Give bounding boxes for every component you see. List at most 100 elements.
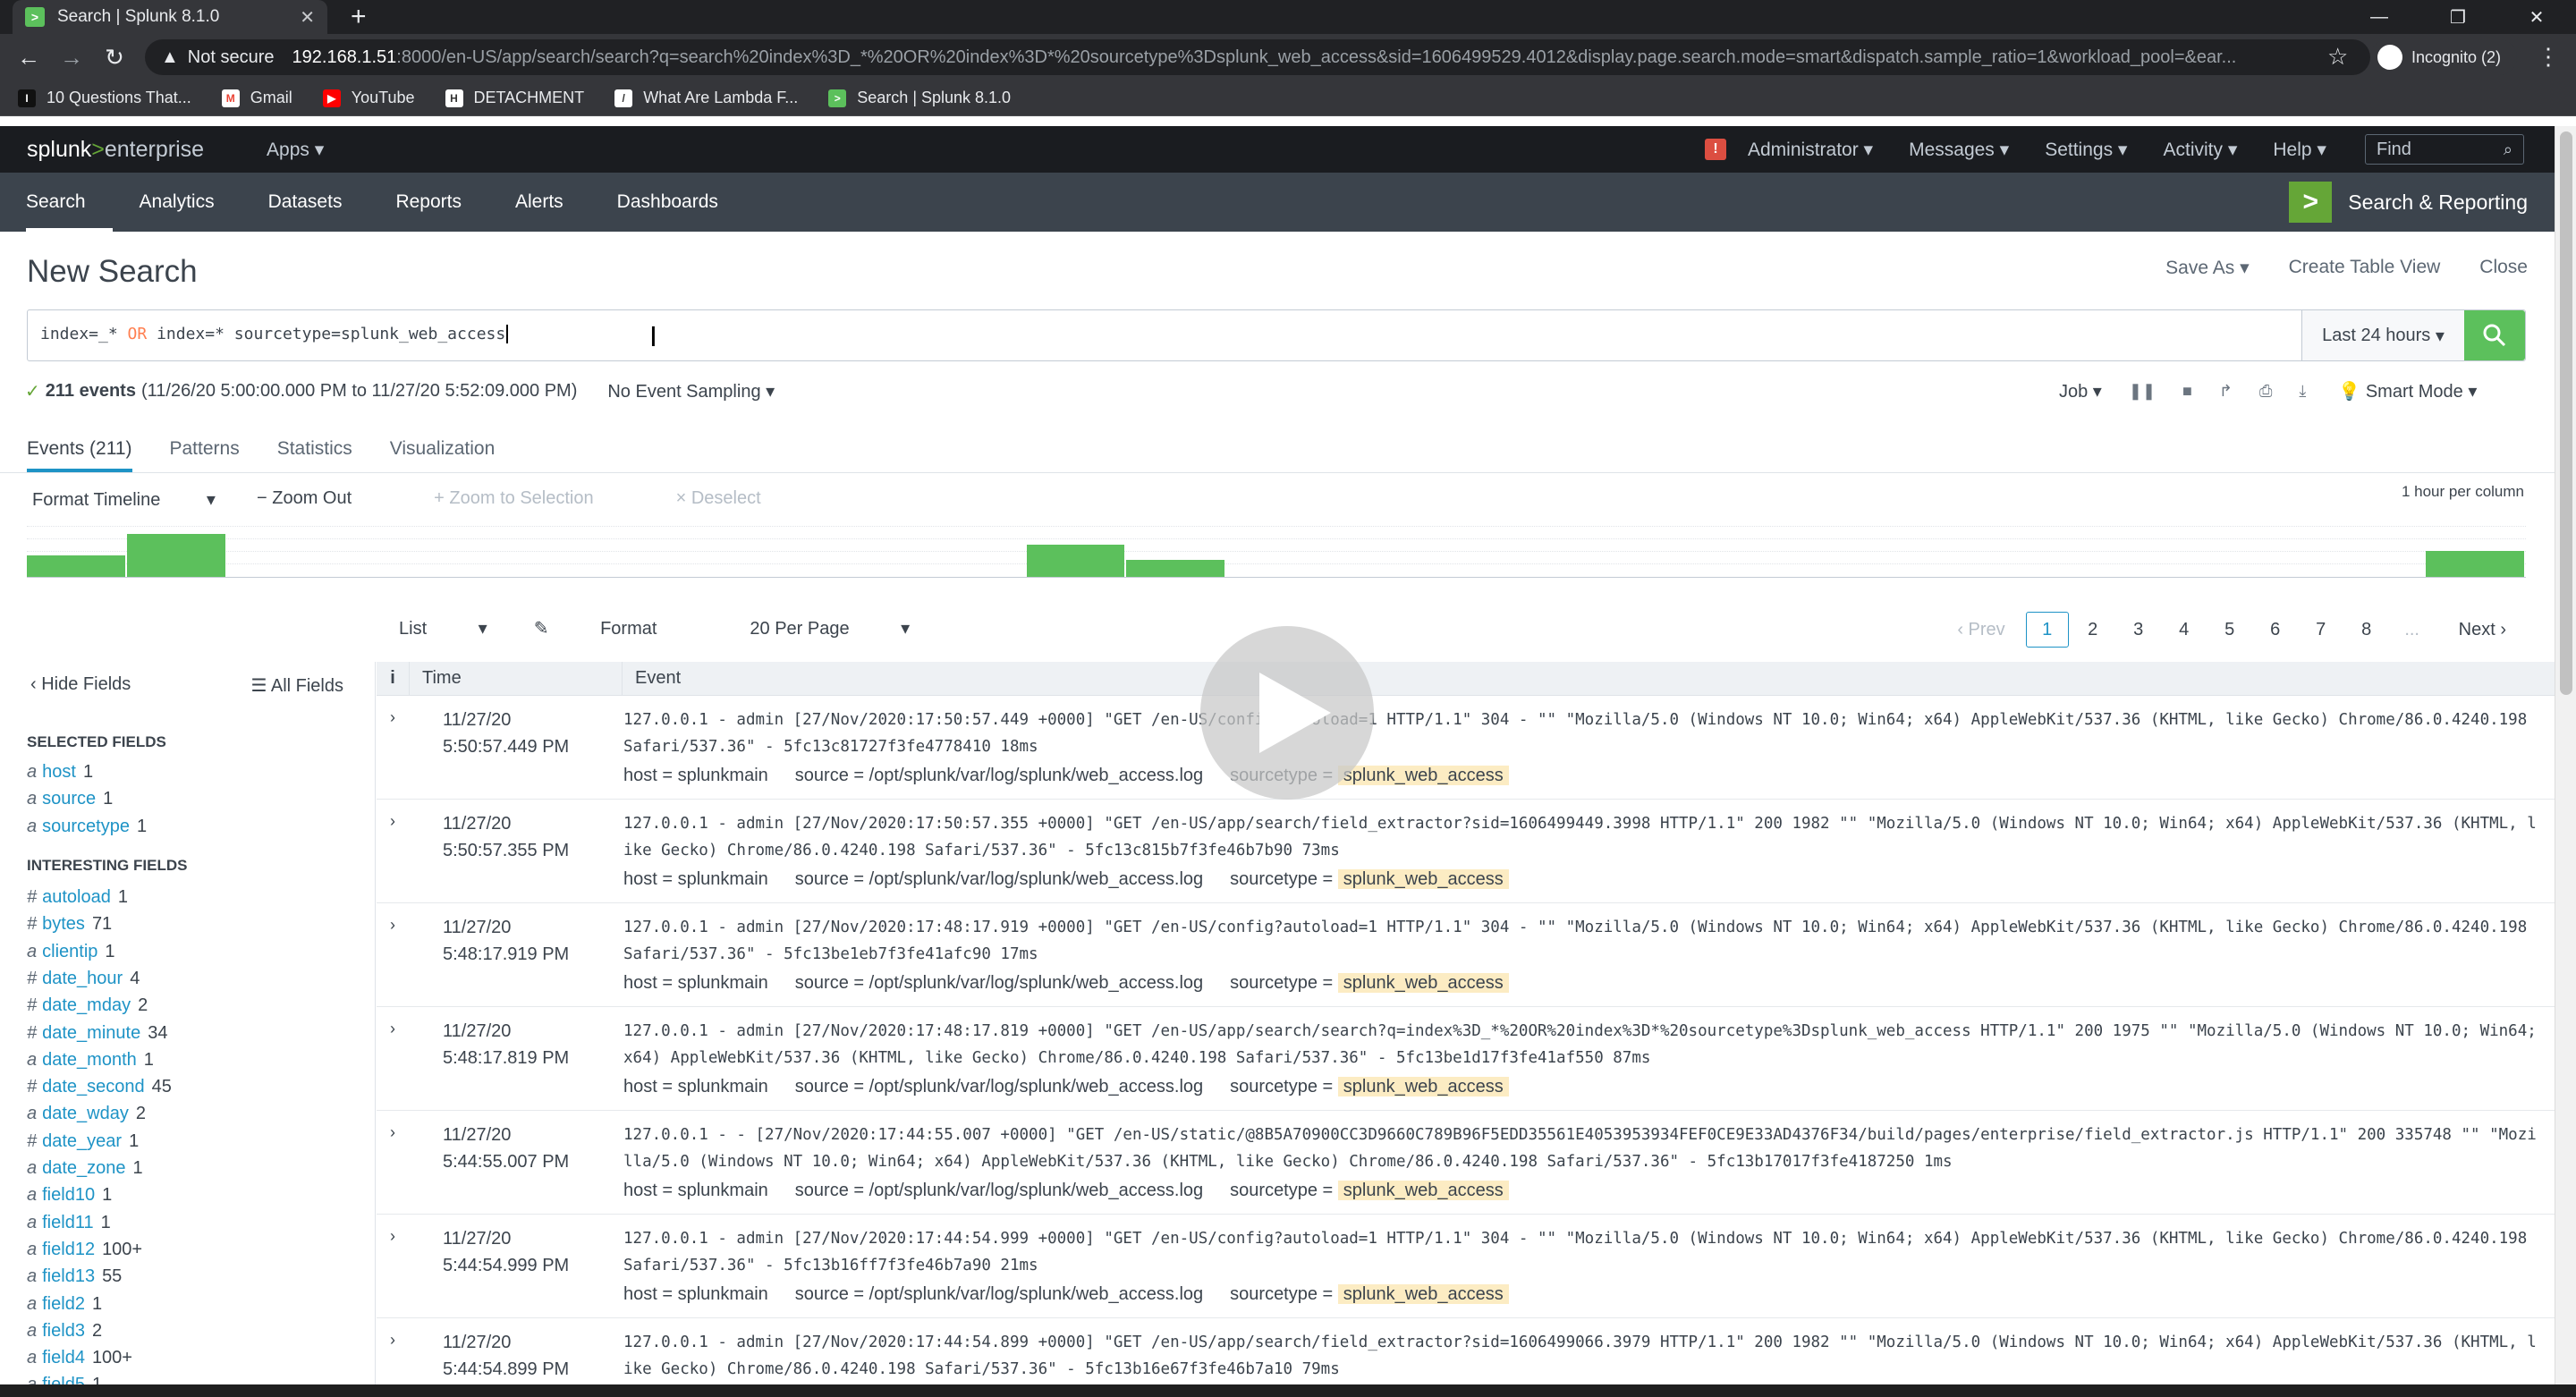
field-item[interactable]: a date_month 1 <box>27 1050 154 1071</box>
meta-value[interactable]: /opt/splunk/var/log/splunk/web_access.lo… <box>869 766 1204 785</box>
appnav-search[interactable]: Search <box>26 173 113 232</box>
appnav-alerts[interactable]: Alerts <box>515 173 590 232</box>
new-tab-icon[interactable]: + <box>351 2 367 32</box>
all-fields-button[interactable]: ☰ All Fields <box>250 674 343 697</box>
appnav-dashboards[interactable]: Dashboards <box>617 173 745 232</box>
restore-icon[interactable]: ❐ <box>2419 0 2497 34</box>
page-button[interactable]: 6 <box>2254 612 2297 648</box>
meta-host[interactable]: host = splunkmain <box>623 1077 768 1097</box>
meta-value[interactable]: /opt/splunk/var/log/splunk/web_access.lo… <box>869 869 1204 889</box>
meta-value[interactable]: splunk_web_access <box>1337 1284 1509 1304</box>
prev-page-button[interactable]: ‹ Prev <box>1957 620 2004 640</box>
bookmark-item[interactable]: M Gmail <box>221 89 292 107</box>
timeline-bar[interactable] <box>1126 560 1225 577</box>
meta-value[interactable]: splunkmain <box>678 766 768 785</box>
tab-statistics[interactable]: Statistics <box>277 438 352 472</box>
hide-fields-button[interactable]: ‹ Hide Fields <box>30 674 131 697</box>
next-page-button[interactable]: Next › <box>2459 620 2506 640</box>
close-tab-icon[interactable]: ✕ <box>300 6 315 29</box>
tab-events[interactable]: Events (211) <box>27 438 132 472</box>
meta-sourcetype[interactable]: sourcetype = splunk_web_access <box>1230 1077 1509 1097</box>
bookmark-item[interactable]: ▶ YouTube <box>322 89 415 107</box>
event-time[interactable]: 11/27/20 5:48:17.819 PM <box>409 1007 573 1110</box>
minimize-icon[interactable]: — <box>2340 0 2419 34</box>
settings-menu[interactable]: Settings ▾ <box>2045 139 2127 161</box>
field-item[interactable]: a field3 2 <box>27 1321 102 1342</box>
meta-value[interactable]: /opt/splunk/var/log/splunk/web_access.lo… <box>869 973 1204 993</box>
timeline-bar[interactable] <box>27 555 125 577</box>
search-mode-menu[interactable]: 💡 Smart Mode ▾ <box>2338 380 2477 402</box>
field-item[interactable]: a host 1 <box>27 762 93 783</box>
field-item[interactable]: # date_year 1 <box>27 1131 139 1152</box>
meta-value[interactable]: splunk_web_access <box>1337 973 1509 993</box>
event-time[interactable]: 11/27/20 5:44:55.007 PM <box>409 1111 573 1214</box>
format-button[interactable]: ✎ Format <box>534 617 704 639</box>
page-button[interactable]: 5 <box>2208 612 2251 648</box>
list-menu[interactable]: List ▾ <box>399 617 487 639</box>
bookmark-item[interactable]: H DETACHMENT <box>445 89 584 107</box>
meta-host[interactable]: host = splunkmain <box>623 973 768 994</box>
field-item[interactable]: # date_minute 34 <box>27 1023 167 1044</box>
field-item[interactable]: a date_zone 1 <box>27 1158 143 1179</box>
field-item[interactable]: a sourcetype 1 <box>27 817 147 837</box>
meta-value[interactable]: splunk_web_access <box>1337 869 1509 889</box>
export-icon[interactable]: ⤓ <box>2299 382 2306 401</box>
meta-source[interactable]: source = /opt/splunk/var/log/splunk/web_… <box>795 973 1203 994</box>
find-input[interactable]: Find ⌕ <box>2365 134 2524 165</box>
meta-host[interactable]: host = splunkmain <box>623 766 768 786</box>
pause-icon[interactable]: ❚❚ <box>2129 382 2156 401</box>
page-button[interactable]: 2 <box>2072 612 2114 648</box>
expand-chevron-icon[interactable]: › <box>377 1007 409 1110</box>
meta-source[interactable]: source = /opt/splunk/var/log/splunk/web_… <box>795 1181 1203 1201</box>
field-item[interactable]: a clientip 1 <box>27 942 115 962</box>
field-item[interactable]: a field11 1 <box>27 1213 111 1233</box>
meta-value[interactable]: splunkmain <box>678 1077 768 1096</box>
address-bar[interactable]: ▲ Not secure 192.168.1.51:8000/en-US/app… <box>145 39 2370 75</box>
app-title[interactable]: > Search & Reporting <box>2289 182 2528 223</box>
meta-value[interactable]: splunkmain <box>678 973 768 993</box>
expand-chevron-icon[interactable]: › <box>377 696 409 799</box>
time-range-picker[interactable]: Last 24 hours ▾ <box>2301 310 2464 360</box>
page-button[interactable]: 1 <box>2025 612 2069 648</box>
bookmark-item[interactable]: I 10 Questions That... <box>18 89 191 107</box>
search-button[interactable] <box>2464 310 2525 360</box>
event-time[interactable]: 11/27/20 5:50:57.449 PM <box>409 696 573 799</box>
expand-chevron-icon[interactable]: › <box>377 1111 409 1214</box>
appnav-reports[interactable]: Reports <box>395 173 488 232</box>
meta-sourcetype[interactable]: sourcetype = splunk_web_access <box>1230 1181 1509 1201</box>
format-timeline-menu[interactable]: Format Timeline ▾ <box>32 488 216 511</box>
field-item[interactable]: # date_hour 4 <box>27 969 140 989</box>
zoom-out-button[interactable]: − Zoom Out <box>257 488 393 511</box>
tab-visualization[interactable]: Visualization <box>390 438 496 472</box>
browser-menu-icon[interactable]: ⋮ <box>2537 43 2560 71</box>
stop-icon[interactable]: ■ <box>2182 382 2192 401</box>
timeline-bar[interactable] <box>1026 545 1125 577</box>
field-item[interactable]: a field4 100+ <box>27 1348 132 1368</box>
meta-source[interactable]: source = /opt/splunk/var/log/splunk/web_… <box>795 869 1203 890</box>
field-item[interactable]: a source 1 <box>27 789 113 809</box>
field-item[interactable]: # date_mday 2 <box>27 995 148 1016</box>
expand-chevron-icon[interactable]: › <box>377 800 409 902</box>
meta-value[interactable]: /opt/splunk/var/log/splunk/web_access.lo… <box>869 1284 1204 1304</box>
time-column-header[interactable]: Time <box>409 662 622 696</box>
bookmark-item[interactable]: > Search | Splunk 8.1.0 <box>828 89 1011 107</box>
event-time[interactable]: 11/27/20 5:44:54.999 PM <box>409 1215 573 1317</box>
meta-source[interactable]: source = /opt/splunk/var/log/splunk/web_… <box>795 1077 1203 1097</box>
meta-host[interactable]: host = splunkmain <box>623 1181 768 1201</box>
bookmark-item[interactable]: / What Are Lambda F... <box>614 89 798 107</box>
zoom-to-selection-button[interactable]: + Zoom to Selection <box>434 488 634 511</box>
window-close-icon[interactable]: ✕ <box>2497 0 2576 34</box>
field-item[interactable]: # autoload 1 <box>27 887 128 908</box>
meta-value[interactable]: /opt/splunk/var/log/splunk/web_access.lo… <box>869 1181 1204 1200</box>
meta-source[interactable]: source = /opt/splunk/var/log/splunk/web_… <box>795 1284 1203 1305</box>
incognito-badge[interactable]: Incognito (2) <box>2370 39 2517 75</box>
bookmark-star-icon[interactable]: ☆ <box>2327 43 2348 71</box>
alert-icon[interactable]: ! <box>1705 139 1726 160</box>
field-item[interactable]: a field10 1 <box>27 1185 112 1206</box>
messages-menu[interactable]: Messages ▾ <box>1909 139 2009 161</box>
meta-sourcetype[interactable]: sourcetype = splunk_web_access <box>1230 869 1509 890</box>
save-as-menu[interactable]: Save As ▾ <box>2126 257 2249 279</box>
meta-sourcetype[interactable]: sourcetype = splunk_web_access <box>1230 1284 1509 1305</box>
page-button[interactable]: 3 <box>2117 612 2160 648</box>
event-timeline[interactable] <box>27 526 2526 578</box>
